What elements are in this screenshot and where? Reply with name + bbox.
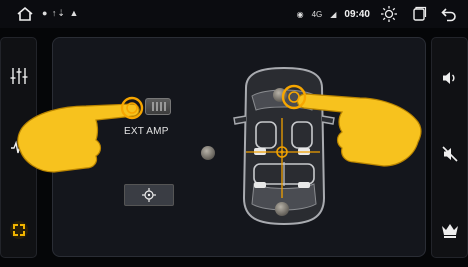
pointing-hand-left xyxy=(17,96,144,173)
home-icon[interactable] xyxy=(16,5,34,23)
status-bar: ● ↑⇣ ▲ ◉ 4G ◢ 09:40 xyxy=(0,0,468,28)
clock: 09:40 xyxy=(344,8,370,20)
back-icon[interactable] xyxy=(438,3,460,25)
notification-icons: ● ↑⇣ ▲ xyxy=(42,8,80,18)
crown-icon[interactable] xyxy=(432,210,467,250)
crosshair-icon xyxy=(142,188,156,202)
center-position-button[interactable] xyxy=(124,184,174,206)
location-icon: ◉ xyxy=(296,9,304,19)
signal-icon: ◢ xyxy=(330,9,337,19)
recent-apps-icon[interactable] xyxy=(408,3,430,25)
brightness-icon[interactable] xyxy=(378,3,400,25)
volume-icon[interactable] xyxy=(432,58,467,98)
network-label: 4G xyxy=(311,9,323,19)
speaker-position-icon[interactable] xyxy=(1,210,36,250)
pointing-hand-right xyxy=(281,84,422,167)
speaker-left-side[interactable] xyxy=(201,146,215,160)
mute-icon[interactable] xyxy=(432,134,467,174)
speaker-rear-bottom[interactable] xyxy=(275,202,289,216)
right-sidebar xyxy=(431,37,468,258)
